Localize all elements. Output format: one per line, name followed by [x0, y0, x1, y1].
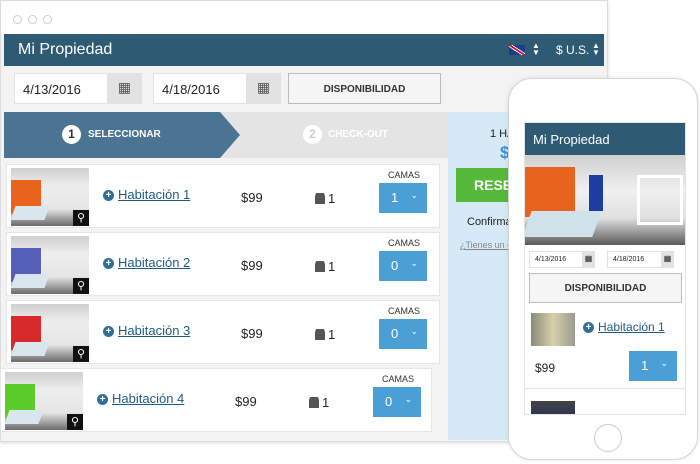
- room-name-link[interactable]: + Habitación 2: [103, 255, 190, 270]
- room-name-link[interactable]: + Habitación 4: [97, 391, 184, 406]
- site-title: Mi Propiedad: [18, 41, 113, 58]
- room-photo[interactable]: ⚲: [11, 304, 89, 362]
- beds-select[interactable]: 1 ⌄: [379, 183, 427, 213]
- room-row: ⚲ + Habitación 2 $99 1 CAMAS 0 ⌄: [6, 232, 440, 296]
- room-name-link[interactable]: + Habitación 3: [103, 323, 190, 338]
- beds-select[interactable]: 0 ⌄: [379, 251, 427, 281]
- beds-select[interactable]: 0 ⌄: [373, 387, 421, 417]
- steps-bar: 1 SELECCIONAR 2 CHECK-OUT: [4, 112, 448, 158]
- checkin-input[interactable]: 4/13/2016: [14, 73, 110, 104]
- checkout-input[interactable]: 4/18/2016: [153, 73, 249, 104]
- guest-count: 1: [322, 395, 330, 410]
- beds-value: 0: [391, 326, 399, 341]
- plus-icon: +: [97, 394, 108, 405]
- calendar-icon[interactable]: ▦: [107, 73, 142, 104]
- person-icon: [315, 329, 325, 340]
- room-guests: 1: [315, 327, 335, 342]
- room-photo[interactable]: ⚲: [5, 372, 83, 430]
- room-name: Habitación 3: [118, 323, 191, 338]
- currency-selector[interactable]: $ U.S.: [556, 43, 589, 57]
- room-name: Habitación 1: [118, 187, 191, 202]
- chevron-down-icon: ⌄: [410, 190, 418, 200]
- minimize-window-button[interactable]: [28, 15, 37, 24]
- room-price: $99: [235, 394, 257, 409]
- zoom-magnifier-icon[interactable]: ⚲: [73, 278, 89, 294]
- person-icon: [315, 193, 325, 204]
- calendar-icon[interactable]: ▦: [582, 251, 595, 268]
- title-bar: [1, 1, 607, 34]
- room-row: ⚲ + Habitación 1 $99 1 CAMAS 1 ⌄: [6, 164, 440, 228]
- room-guests: 1: [315, 259, 335, 274]
- promo-code-link[interactable]: ¿Tienes un c: [460, 240, 512, 250]
- beds-value: 1: [641, 358, 649, 373]
- language-sort-icon[interactable]: ▲ ▼: [532, 42, 540, 57]
- room-price: $99: [241, 190, 263, 205]
- mobile-room-price: $99: [535, 361, 556, 375]
- mobile-beds-select[interactable]: 1 ⌄: [629, 351, 677, 381]
- maximize-window-button[interactable]: [43, 15, 52, 24]
- zoom-magnifier-icon[interactable]: ⚲: [73, 210, 89, 226]
- person-icon: [315, 261, 325, 272]
- room-guests: 1: [309, 395, 329, 410]
- calendar-icon[interactable]: ▦: [661, 251, 674, 268]
- step-number: 2: [303, 125, 322, 144]
- beds-select[interactable]: 0 ⌄: [379, 319, 427, 349]
- beds-label: CAMAS: [382, 374, 415, 384]
- uk-flag-icon[interactable]: [509, 45, 525, 55]
- calendar-icon[interactable]: ▦: [246, 73, 281, 104]
- guest-count: 1: [328, 191, 336, 206]
- room-row: ⚲ + Habitación 3 $99 1 CAMAS 0 ⌄: [6, 300, 440, 364]
- mobile-title: Mi Propiedad: [525, 123, 685, 155]
- room-row: ⚲ + Habitación 4 $99 1 CAMAS 0 ⌄: [0, 368, 432, 432]
- zoom-magnifier-icon[interactable]: ⚲: [67, 414, 83, 430]
- room-guests: 1: [315, 191, 335, 206]
- site-header: Mi Propiedad ▲ ▼ $ U.S. ▲ ▼: [4, 34, 604, 66]
- guest-count: 1: [328, 259, 336, 274]
- room-price: $99: [241, 326, 263, 341]
- mobile-room-link[interactable]: + Habitación 1: [583, 320, 665, 334]
- room-price: $99: [241, 258, 263, 273]
- mobile-screen: Mi Propiedad 4/13/2016 ▦ 4/18/2016 ▦ DIS…: [524, 122, 686, 415]
- room-photo[interactable]: ⚲: [11, 168, 89, 226]
- beds-label: CAMAS: [388, 238, 421, 248]
- step-checkout-label[interactable]: CHECK-OUT: [328, 129, 388, 140]
- mobile-availability-button[interactable]: DISPONIBILIDAD: [529, 273, 682, 303]
- mobile-room-thumbnail[interactable]: [531, 313, 575, 346]
- step-number: 1: [62, 125, 81, 144]
- currency-sort-icon[interactable]: ▲ ▼: [592, 42, 600, 57]
- room-name-link[interactable]: + Habitación 1: [103, 187, 190, 202]
- room-photo[interactable]: ⚲: [11, 236, 89, 294]
- step-label: SELECCIONAR: [88, 129, 161, 140]
- guest-count: 1: [328, 327, 336, 342]
- phone-home-button: [594, 424, 622, 452]
- plus-icon: +: [103, 258, 114, 269]
- beds-value: 1: [391, 190, 399, 205]
- mobile-room-name: Habitación 1: [598, 320, 665, 334]
- chevron-down-icon: ⌄: [410, 326, 418, 336]
- chevron-down-icon: ⌄: [660, 358, 668, 368]
- chevron-down-icon: ⌄: [404, 394, 412, 404]
- step-select[interactable]: 1 SELECCIONAR: [4, 112, 240, 158]
- beds-value: 0: [391, 258, 399, 273]
- plus-icon: +: [583, 322, 594, 333]
- room-name: Habitación 4: [112, 391, 185, 406]
- plus-icon: +: [103, 190, 114, 201]
- mobile-room-thumbnail[interactable]: [531, 401, 575, 414]
- confirm-text: Confirma: [467, 216, 512, 228]
- chevron-down-icon: ⌄: [410, 258, 418, 268]
- beds-label: CAMAS: [388, 170, 421, 180]
- person-icon: [309, 397, 319, 408]
- zoom-magnifier-icon[interactable]: ⚲: [73, 346, 89, 362]
- plus-icon: +: [103, 326, 114, 337]
- beds-label: CAMAS: [388, 306, 421, 316]
- beds-value: 0: [385, 394, 393, 409]
- mobile-hero-image: [525, 155, 685, 245]
- room-name: Habitación 2: [118, 255, 191, 270]
- availability-button[interactable]: DISPONIBILIDAD: [288, 73, 441, 104]
- close-window-button[interactable]: [13, 15, 22, 24]
